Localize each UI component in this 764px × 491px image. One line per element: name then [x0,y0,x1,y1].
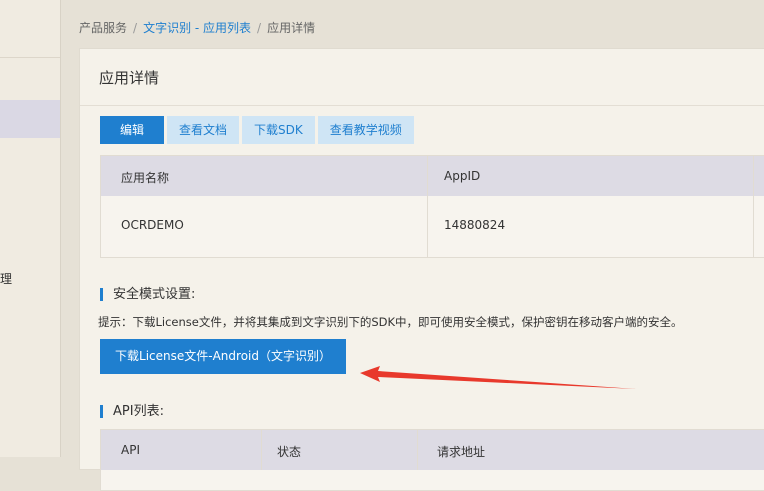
edit-button[interactable]: 编辑 [100,116,165,144]
download-license-button[interactable]: 下载License文件-Android（文字识别） [100,339,346,374]
breadcrumb-item-app-list[interactable]: 文字识别 - 应用列表 [143,21,251,35]
breadcrumb: 产品服务 / 文字识别 - 应用列表 / 应用详情 [79,19,315,36]
page-title: 应用详情 [99,69,160,87]
header-app-name: 应用名称 [121,171,170,185]
column-divider [261,430,262,470]
header-appid: AppID [444,169,481,183]
security-tip: 提示：下载License文件，并将其集成到文字识别下的SDK中，即可使用安全模式… [98,315,683,329]
table-header [101,156,764,196]
view-docs-button[interactable]: 查看文档 [167,116,240,144]
appid-value: 14880824 [444,218,506,232]
column-divider [417,430,418,470]
api-table: API 状态 请求地址 [100,429,764,491]
action-toolbar: 编辑 查看文档 下载SDK 查看教学视频 [100,116,414,144]
breadcrumb-item-products: 产品服务 [79,21,128,35]
download-sdk-button[interactable]: 下载SDK [242,116,315,144]
header-status: 状态 [277,445,302,459]
breadcrumb-item-current: 应用详情 [267,21,316,35]
breadcrumb-separator: / [257,21,262,35]
app-info-table: 应用名称 AppID OCRDEMO 14880824 [100,155,764,258]
tutorial-video-button[interactable]: 查看教学视频 [317,116,414,144]
sidebar-item-label[interactable]: 理 [0,270,12,287]
app-name-value: OCRDEMO [121,218,184,232]
app-detail-card: 应用详情 编辑 查看文档 下载SDK 查看教学视频 应用名称 AppID OCR… [79,48,764,491]
api-list-label: API列表: [100,405,164,418]
table-header [101,430,764,470]
header-api: API [121,443,140,457]
sidebar: 理 [0,0,61,457]
sidebar-divider [0,57,60,58]
breadcrumb-separator: / [133,21,138,35]
title-divider [80,105,764,106]
column-divider [427,156,428,257]
security-section-label: 安全模式设置: [100,288,195,301]
header-request-url: 请求地址 [437,445,486,459]
sidebar-item-active[interactable] [0,100,60,138]
column-divider [753,156,754,257]
